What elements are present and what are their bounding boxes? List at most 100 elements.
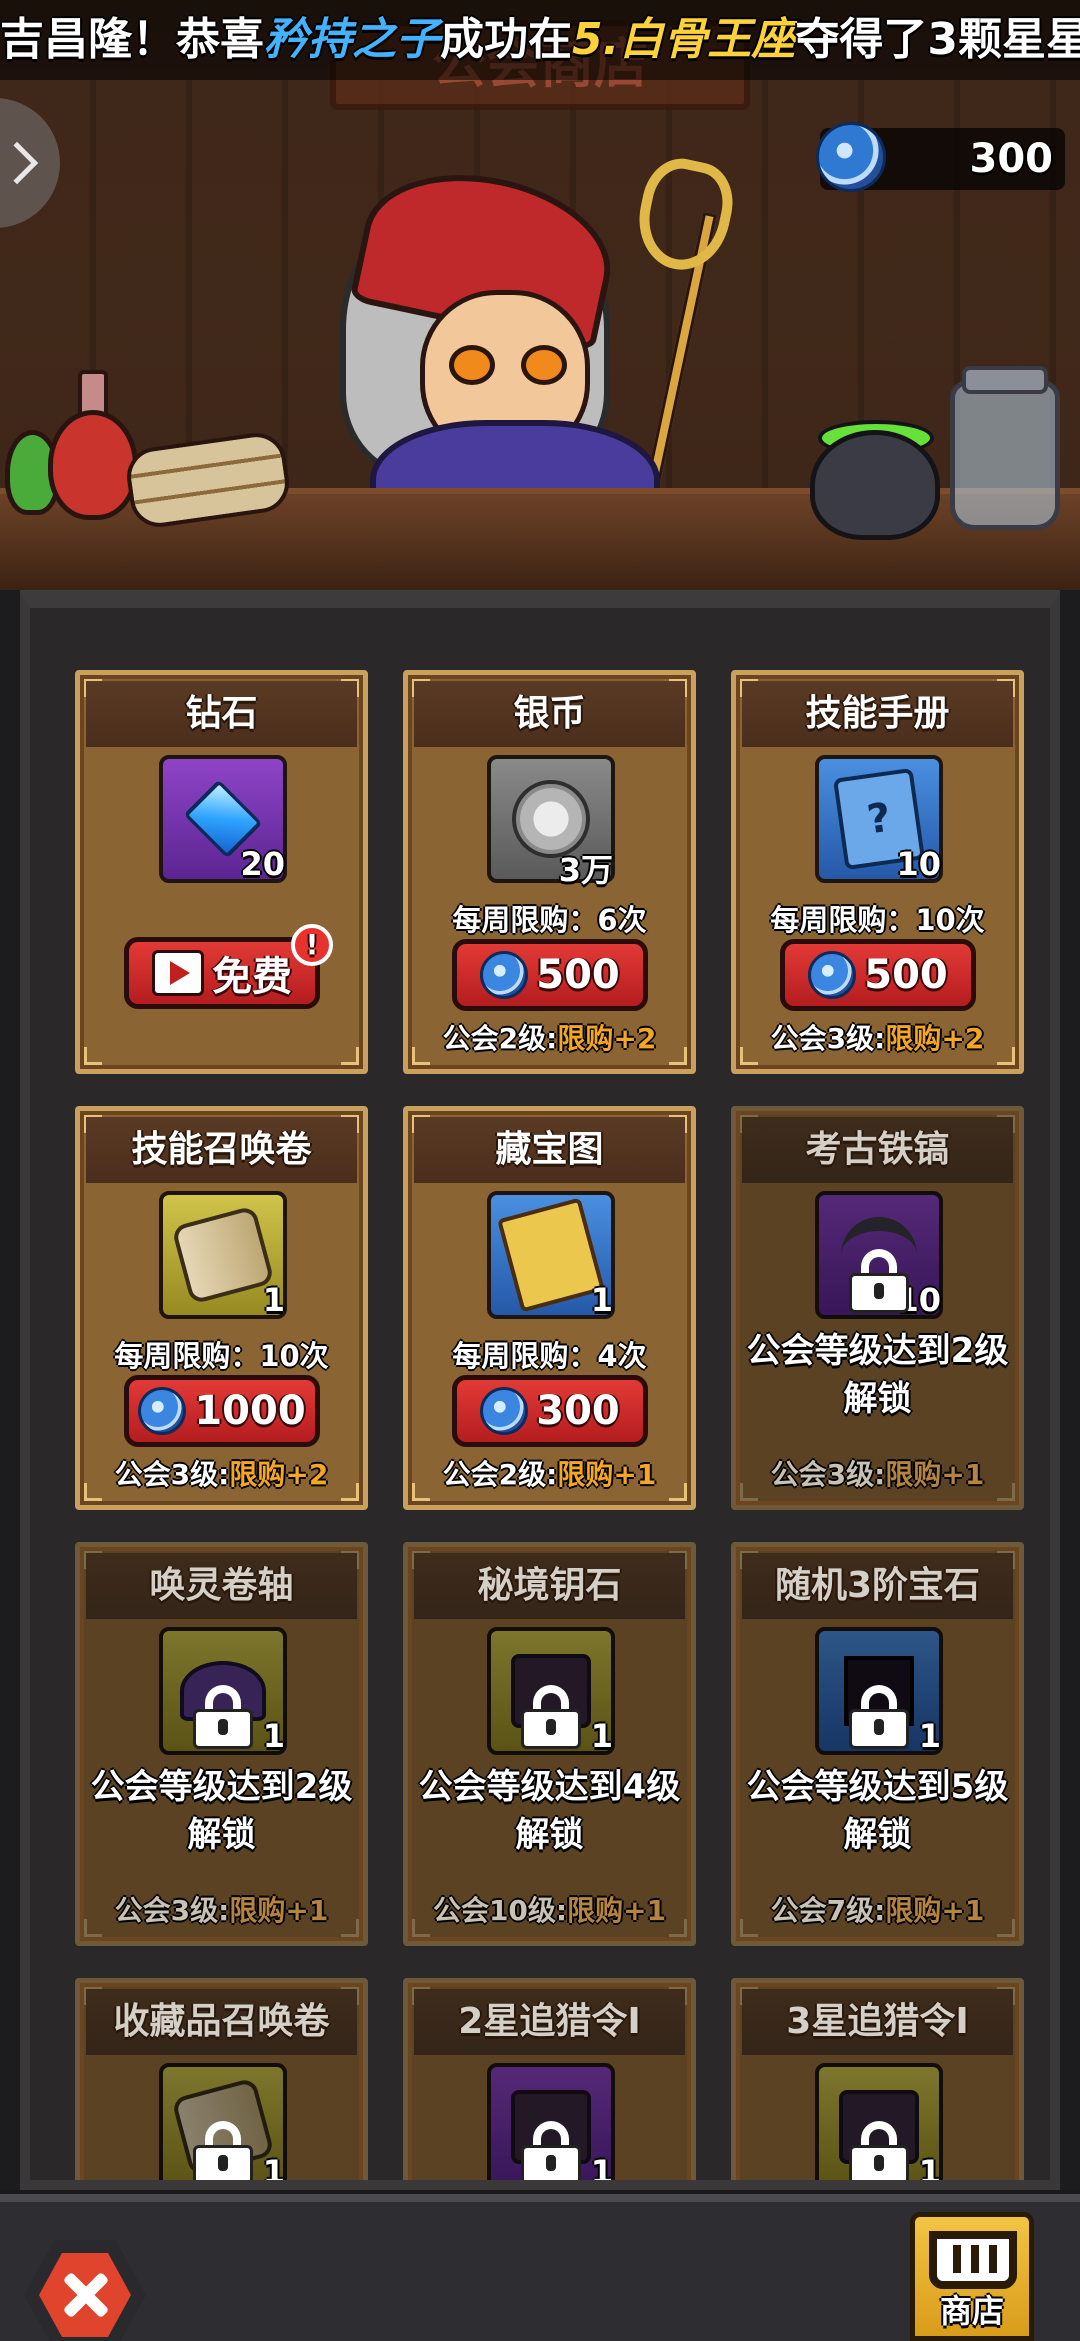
guild-coin-icon (816, 122, 886, 192)
unlock-requirement: 公会等级达到2级 解锁 (80, 1763, 363, 1859)
shop-tab-label: 商店 (939, 2292, 1004, 2330)
guild-level-requirement: 公会3级: (770, 1458, 886, 1491)
limit-bonus: 限购+2 (885, 1022, 985, 1055)
guild-level-requirement: 公会3级: (114, 1894, 230, 1927)
shop-item-card[interactable]: 技能召唤卷 1 每周限购：10次 1000 公会3级:限购+2 (75, 1106, 368, 1510)
unlock-label: 解锁 (843, 1379, 912, 1419)
shop-item-card[interactable]: 藏宝图 1 每周限购：4次 300 公会2级:限购+1 (403, 1106, 696, 1510)
shop-item-panel[interactable]: 钻石 20 免费! 银币 3万 每周限购：6次 500 公会2级:限购+2 技能手册? 10 每周限… (20, 590, 1060, 2190)
shop-item-card[interactable]: 考古铁镐 10 公会等级达到2级 解锁 公会3级:限购+1 (731, 1106, 1024, 1510)
item-quantity: 1 (590, 1717, 613, 1755)
price-label: 300 (536, 1388, 620, 1434)
shop-item-card[interactable]: 3星追猎令I 1 (731, 1978, 1024, 2180)
marquee-prefix: 吉昌隆！恭喜 (0, 14, 264, 65)
lock-icon (849, 2121, 909, 2180)
shop-scene: 公会商店 吉昌隆！恭喜矜持之子成功在5.白骨王座夺得了3颗星星！ 300 (0, 0, 1080, 590)
weekly-limit: 每周限购：4次 (452, 1339, 647, 1373)
item-title: 技能召唤卷 (86, 1117, 357, 1183)
jar-lid-decoration (962, 366, 1048, 394)
lock-icon (849, 1685, 909, 1749)
guild-level-requirement: 公会2级: (442, 1458, 558, 1491)
close-button-face (39, 2253, 131, 2337)
buy-button[interactable]: 500 (780, 939, 976, 1011)
skill-summon-scroll-icon (171, 1205, 275, 1305)
shop-item-card[interactable]: 钻石 20 免费! (75, 670, 368, 1074)
shop-item-card[interactable]: 唤灵卷轴 1 公会等级达到2级 解锁 公会3级:限购+1 (75, 1542, 368, 1946)
shop-tab-button[interactable]: 商店 (910, 2212, 1034, 2341)
guild-bonus-line: 公会2级:限购+1 (408, 1453, 691, 1493)
announcement-marquee: 吉昌隆！恭喜矜持之子成功在5.白骨王座夺得了3颗星星！ (0, 0, 1080, 80)
guild-level-requirement: 公会10级: (432, 1894, 568, 1927)
item-title: 随机3阶宝石 (742, 1553, 1013, 1619)
cart-icon (929, 2231, 1017, 2289)
buy-button[interactable]: 300 (452, 1375, 648, 1447)
item-title: 3星追猎令I (742, 1989, 1013, 2055)
lock-icon (849, 1249, 909, 1313)
close-button[interactable] (24, 2240, 146, 2341)
item-quantity: 3万 (558, 851, 613, 889)
unlock-requirement: 公会等级达到5级 解锁 (736, 1763, 1019, 1859)
guild-coin-icon (480, 1387, 529, 1435)
lock-icon (521, 1685, 581, 1749)
close-icon (60, 2270, 110, 2320)
item-title: 收藏品召唤卷 (86, 1989, 357, 2055)
currency-amount: 300 (969, 136, 1054, 182)
red-potion-decoration (48, 410, 138, 520)
guild-bonus-line: 公会3级:限购+1 (736, 1453, 1019, 1493)
unlock-label: 解锁 (843, 1815, 912, 1855)
unlock-label: 解锁 (187, 1815, 256, 1855)
guild-bonus-line: 公会7级:限购+1 (736, 1889, 1019, 1929)
guild-level-requirement: 公会3级: (770, 1022, 886, 1055)
unlock-condition: 公会等级达到5级 (746, 1767, 1009, 1807)
guild-coin-icon (808, 951, 857, 999)
weekly-limit: 每周限购：10次 (114, 1339, 329, 1373)
guild-bonus-line: 公会2级:限购+2 (408, 1017, 691, 1057)
guild-bonus-line: 公会3级:限购+1 (80, 1889, 363, 1929)
item-quantity: 1 (590, 1281, 613, 1319)
free-claim-button[interactable]: 免费! (124, 924, 333, 1009)
card-corner (84, 1047, 102, 1065)
guild-coin-icon (480, 951, 529, 999)
guild-coin-icon (138, 1387, 187, 1435)
limit-bonus: 限购+1 (885, 1458, 985, 1491)
guild-level-requirement: 公会2级: (442, 1022, 558, 1055)
buy-button[interactable]: 500 (452, 939, 648, 1011)
limit-bonus: 限购+1 (567, 1894, 667, 1927)
limit-bonus: 限购+1 (229, 1894, 329, 1927)
shop-item-card[interactable]: 技能手册? 10 每周限购：10次 500 公会3级:限购+2 (731, 670, 1024, 1074)
shop-item-card[interactable]: 秘境钥石 1 公会等级达到4级 解锁 公会10级:限购+1 (403, 1542, 696, 1946)
item-title: 银币 (414, 681, 685, 747)
item-quantity: 1 (590, 2153, 613, 2190)
guild-bonus-line: 公会3级:限购+2 (736, 1017, 1019, 1057)
marquee-player: 矜持之子 (264, 14, 440, 65)
weekly-limit: 每周限购：6次 (452, 903, 647, 937)
shopkeeper-eye (521, 345, 567, 385)
shop-item-card[interactable]: 随机3阶宝石 1 公会等级达到5级 解锁 公会7级:限购+1 (731, 1542, 1024, 1946)
rune-jar-decoration (950, 380, 1060, 530)
unlock-condition: 公会等级达到2级 (746, 1331, 1009, 1371)
item-quantity: 10 (896, 845, 941, 883)
cauldron-decoration (810, 430, 940, 540)
guild-level-requirement: 公会3级: (114, 1458, 230, 1491)
shop-item-card[interactable]: 2星追猎令I 1 (403, 1978, 696, 2190)
video-ad-icon (152, 950, 204, 996)
weekly-limit: 每周限购：10次 (770, 903, 985, 937)
unlock-requirement: 公会等级达到2级 解锁 (736, 1327, 1019, 1423)
marquee-stage: 5.白骨王座 (572, 14, 796, 65)
alert-badge: ! (291, 924, 333, 966)
item-quantity: 1 (262, 2153, 285, 2190)
limit-bonus: 限购+2 (557, 1022, 657, 1055)
item-title: 技能手册 (742, 681, 1013, 747)
item-title: 藏宝图 (414, 1117, 685, 1183)
treasure-map-icon (497, 1197, 605, 1313)
shop-item-card[interactable]: 银币 3万每周限购：6次 500 公会2级:限购+2 (403, 670, 696, 1074)
unlock-label: 解锁 (515, 1815, 584, 1855)
lock-icon (521, 2121, 581, 2180)
item-title: 钻石 (86, 681, 357, 747)
guild-bonus-line: 公会3级:限购+2 (80, 1453, 363, 1493)
shopkeeper-eye (449, 345, 495, 385)
item-quantity: 20 (240, 845, 285, 883)
lock-icon (193, 1685, 253, 1749)
shop-item-card[interactable]: 收藏品召唤卷 1 (75, 1978, 368, 2190)
buy-button[interactable]: 1000 (124, 1375, 320, 1447)
